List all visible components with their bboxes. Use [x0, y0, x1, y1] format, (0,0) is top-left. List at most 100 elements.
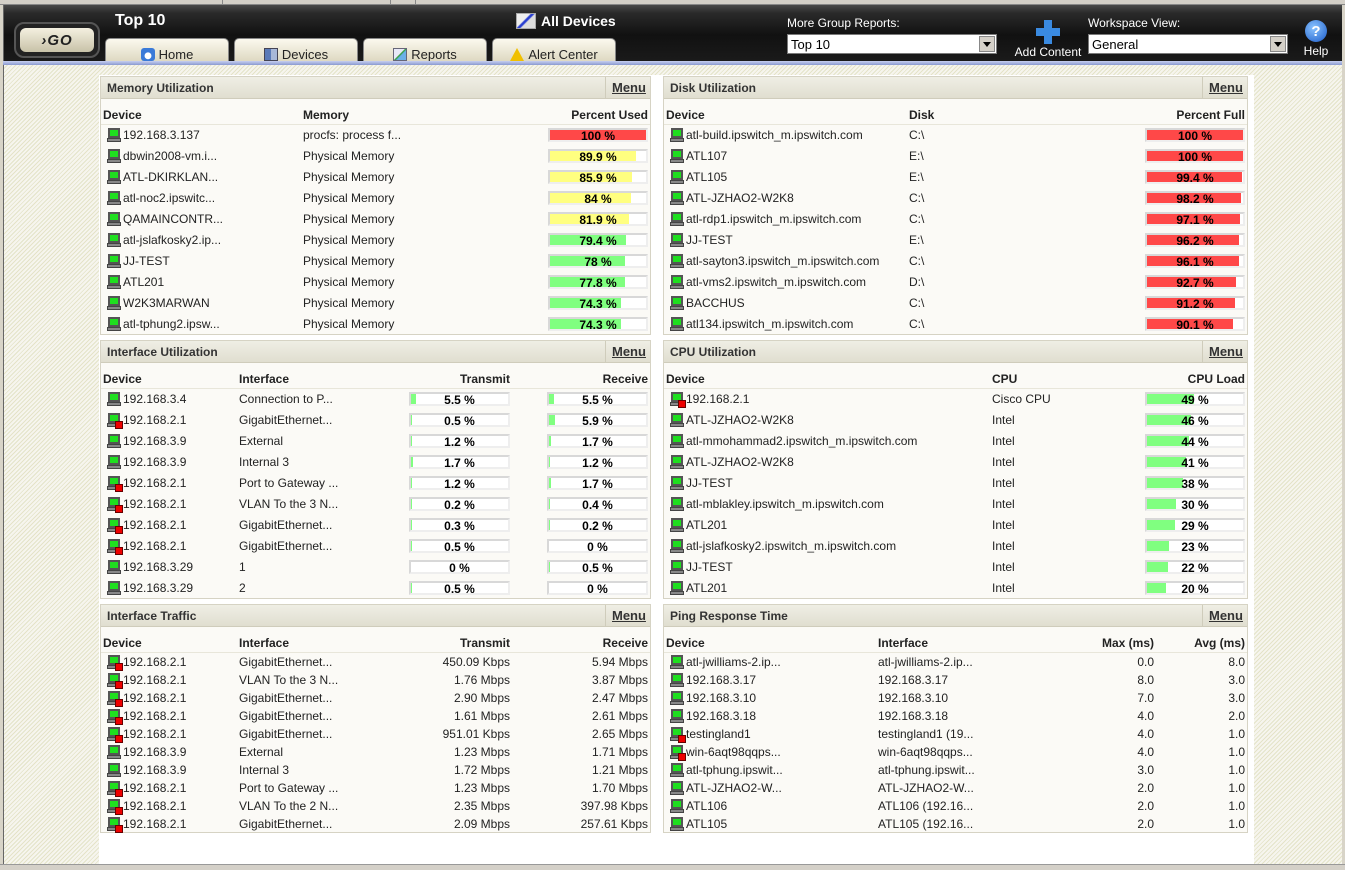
table-row[interactable]: 192.168.3.18 192.168.3.18 4.0 2.0 — [664, 707, 1247, 725]
table-row[interactable]: atl-vms2.ipswitch_m.ipswitch.com D:\ 92.7 … — [664, 272, 1247, 293]
device-link[interactable]: atl-build.ipswitch_m.ipswitch.com — [666, 128, 905, 143]
device-link[interactable]: ATL105 — [666, 170, 905, 184]
table-row[interactable]: atl134.ipswitch_m.ipswitch.com C:\ 90.1 % — [664, 314, 1247, 335]
table-row[interactable]: W2K3MARWAN Physical Memory 74.3 % — [101, 293, 650, 314]
table-row[interactable]: atl-tphung2.ipsw... Physical Memory 74.3 % — [101, 314, 650, 335]
column-header[interactable]: Interface — [237, 627, 407, 653]
device-link[interactable]: 192.168.3.29 — [103, 581, 235, 595]
device-link[interactable]: JJ-TEST — [666, 233, 905, 247]
table-row[interactable]: 192.168.3.137 procfs: process f... 100 % — [101, 125, 650, 146]
device-link[interactable]: 192.168.3.4 — [103, 392, 235, 407]
table-row[interactable]: atl-sayton3.ipswitch_m.ipswitch.com C:\ 96… — [664, 251, 1247, 272]
device-link[interactable]: atl-tphung2.ipsw... — [103, 317, 299, 331]
device-link[interactable]: BACCHUS — [666, 296, 905, 310]
more-group-reports-select[interactable]: Top 10 — [787, 34, 997, 54]
device-link[interactable]: 192.168.2.1 — [103, 413, 235, 429]
table-row[interactable]: 192.168.2.1 GigabitEthernet... 2.90 Mbps 2.… — [101, 689, 650, 707]
table-row[interactable]: 192.168.3.4 Connection to P... 5.5 % 5.5 % — [101, 389, 650, 410]
device-link[interactable]: ATL201 — [666, 581, 988, 595]
column-header[interactable]: Device — [101, 627, 237, 653]
table-row[interactable]: QAMAINCONTR... Physical Memory 81.9 % — [101, 209, 650, 230]
device-link[interactable]: 192.168.3.9 — [103, 744, 235, 759]
column-header[interactable]: Interface — [237, 363, 407, 389]
table-row[interactable]: ATL107 E:\ 100 % — [664, 146, 1247, 167]
table-row[interactable]: JJ-TEST Intel 22 % — [664, 557, 1247, 578]
table-row[interactable]: 192.168.2.1 VLAN To the 3 N... 1.76 Mbps 3.… — [101, 671, 650, 689]
device-link[interactable]: 192.168.3.9 — [103, 762, 235, 777]
device-link[interactable]: ATL201 — [103, 275, 299, 289]
table-row[interactable]: ATL105 E:\ 99.4 % — [664, 167, 1247, 188]
table-row[interactable]: ATL-JZHAO2-W2K8 C:\ 98.2 % — [664, 188, 1247, 209]
device-link[interactable]: 192.168.3.9 — [103, 434, 235, 448]
device-link[interactable]: atl-sayton3.ipswitch_m.ipswitch.com — [666, 254, 905, 268]
device-link[interactable]: atl-vms2.ipswitch_m.ipswitch.com — [666, 275, 905, 289]
table-row[interactable]: win-6aqt98qqps... win-6aqt98qqps... 4.0 1.0 — [664, 743, 1247, 761]
device-link[interactable]: 192.168.3.10 — [666, 690, 874, 705]
device-link[interactable]: 192.168.2.1 — [103, 780, 235, 797]
device-link[interactable]: atl-noc2.ipswitc... — [103, 191, 299, 205]
panel-menu-link[interactable]: Menu — [1202, 604, 1247, 627]
column-header[interactable]: Interface — [876, 627, 1076, 653]
device-link[interactable]: 192.168.3.17 — [666, 672, 874, 687]
table-row[interactable]: ATL201 Intel 29 % — [664, 515, 1247, 536]
column-header[interactable]: Transmit — [407, 363, 512, 389]
device-link[interactable]: 192.168.2.1 — [103, 518, 235, 534]
table-row[interactable]: dbwin2008-vm.i... Physical Memory 89.9 % — [101, 146, 650, 167]
column-header[interactable]: Max (ms) — [1076, 627, 1156, 653]
table-row[interactable]: 192.168.3.9 External 1.23 Mbps 1.71 Mbps — [101, 743, 650, 761]
column-header[interactable]: Device — [664, 99, 907, 125]
table-row[interactable]: ATL-DKIRKLAN... Physical Memory 85.9 % — [101, 167, 650, 188]
device-link[interactable]: 192.168.2.1 — [103, 708, 235, 725]
column-header[interactable]: Device — [101, 363, 237, 389]
table-row[interactable]: atl-jwilliams-2.ip... atl-jwilliams-2.ip.… — [664, 653, 1247, 671]
table-row[interactable]: 192.168.2.1 GigabitEthernet... 450.09 Kbps… — [101, 653, 650, 671]
device-link[interactable]: 192.168.2.1 — [103, 672, 235, 689]
device-link[interactable]: atl-mmohammad2.ipswitch_m.ipswitch.com — [666, 434, 988, 448]
device-link[interactable]: ATL107 — [666, 149, 905, 163]
column-header[interactable]: Percent Full — [1137, 99, 1247, 125]
table-row[interactable]: atl-tphung.ipswit... atl-tphung.ipswit...… — [664, 761, 1247, 779]
device-link[interactable]: atl-jslafkosky2.ip... — [103, 233, 299, 247]
table-row[interactable]: JJ-TEST Physical Memory 78 % — [101, 251, 650, 272]
chevron-down-icon[interactable] — [979, 36, 995, 52]
table-row[interactable]: atl-mmohammad2.ipswitch_m.ipswitch.com In… — [664, 431, 1247, 452]
panel-menu-link[interactable]: Menu — [605, 604, 650, 627]
table-row[interactable]: 192.168.2.1 GigabitEthernet... 0.5 % 0 % — [101, 536, 650, 557]
column-header[interactable]: Percent Used — [541, 99, 650, 125]
device-link[interactable]: 192.168.2.1 — [103, 497, 235, 513]
table-row[interactable]: BACCHUS C:\ 91.2 % — [664, 293, 1247, 314]
table-row[interactable]: 192.168.2.1 Cisco CPU 49 % — [664, 389, 1247, 410]
table-row[interactable]: testingland1 testingland1 (19... 4.0 1.0 — [664, 725, 1247, 743]
table-row[interactable]: 192.168.3.9 External 1.2 % 1.7 % — [101, 431, 650, 452]
device-link[interactable]: 192.168.2.1 — [103, 690, 235, 707]
device-link[interactable]: 192.168.2.1 — [103, 726, 235, 743]
column-header[interactable]: Device — [101, 99, 301, 125]
device-link[interactable]: atl-tphung.ipswit... — [666, 762, 874, 777]
device-link[interactable]: 192.168.3.18 — [666, 708, 874, 723]
device-link[interactable]: 192.168.3.137 — [103, 128, 299, 143]
device-link[interactable]: ATL105 — [666, 816, 874, 831]
device-link[interactable]: 192.168.2.1 — [666, 392, 988, 409]
panel-menu-link[interactable]: Menu — [1202, 76, 1247, 99]
table-row[interactable]: 192.168.3.9 Internal 3 1.7 % 1.2 % — [101, 452, 650, 473]
device-link[interactable]: ATL-JZHAO2-W2K8 — [666, 455, 988, 469]
device-link[interactable]: testingland1 — [666, 726, 874, 743]
column-header[interactable]: Receive — [512, 363, 650, 389]
table-row[interactable]: ATL-JZHAO2-W... ATL-JZHAO2-W... 2.0 1.0 — [664, 779, 1247, 797]
column-header[interactable]: CPU Load — [1140, 363, 1247, 389]
column-header[interactable]: Memory — [301, 99, 541, 125]
device-link[interactable]: JJ-TEST — [666, 476, 988, 490]
table-row[interactable]: atl-noc2.ipswitc... Physical Memory 84 % — [101, 188, 650, 209]
table-row[interactable]: 192.168.2.1 VLAN To the 2 N... 2.35 Mbps 39… — [101, 797, 650, 815]
table-row[interactable]: atl-mblakley.ipswitch_m.ipswitch.com Inte… — [664, 494, 1247, 515]
device-link[interactable]: ATL106 — [666, 798, 874, 813]
column-header[interactable]: Transmit — [407, 627, 512, 653]
table-row[interactable]: ATL-JZHAO2-W2K8 Intel 46 % — [664, 410, 1247, 431]
device-link[interactable]: JJ-TEST — [103, 254, 299, 268]
device-link[interactable]: atl-mblakley.ipswitch_m.ipswitch.com — [666, 497, 988, 511]
table-row[interactable]: 192.168.3.9 Internal 3 1.72 Mbps 1.21 Mbps — [101, 761, 650, 779]
table-row[interactable]: ATL201 Intel 20 % — [664, 578, 1247, 599]
device-link[interactable]: atl-rdp1.ipswitch_m.ipswitch.com — [666, 212, 905, 226]
table-row[interactable]: atl-jslafkosky2.ipswitch_m.ipswitch.com I… — [664, 536, 1247, 557]
panel-menu-link[interactable]: Menu — [605, 340, 650, 363]
